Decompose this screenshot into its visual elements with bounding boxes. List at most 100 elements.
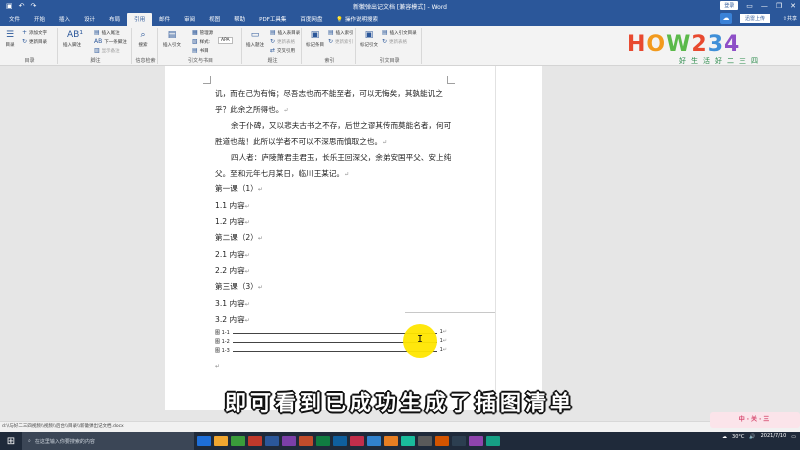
windows-start-icon[interactable]: ⊞ [0, 436, 22, 447]
group-label: 题注 [267, 58, 278, 64]
save-icon[interactable]: ▣ [6, 2, 13, 10]
taskbar-app-icon[interactable] [299, 436, 313, 446]
redo-icon[interactable]: ↷ [31, 2, 37, 10]
taskbar-app-icon[interactable] [486, 436, 500, 446]
heading-2-2[interactable]: 2.2 内容↵ [215, 265, 250, 276]
add-text-button[interactable]: + 添加文字 [22, 29, 47, 36]
tab-home[interactable]: 开始 [27, 13, 52, 26]
toc-group: ☰ 目录 + 添加文字 ↻ 更新目录 目录 [2, 28, 58, 64]
taskbar: ⊞ ⌕ 在这里输入你要搜索的内容 ☁ 30°C 🔊 2021/7/10 ▭ [0, 432, 800, 450]
taskbar-app-icon[interactable] [248, 436, 262, 446]
insert-table-of-figures-button[interactable]: ▤ 插入表目录 [270, 29, 300, 36]
taskbar-app-icon[interactable] [316, 436, 330, 446]
add-text-icon: + [22, 29, 28, 36]
paragraph-1[interactable]: 讥，而在己为有悔；尽吾志也而不能至者，可以无悔矣，其孰能讥之乎？此余之所得也。↵ [215, 86, 455, 119]
heading-3-2[interactable]: 3.2 内容↵ [215, 314, 250, 325]
mark-citation-button[interactable]: ▣ 标记引文 [360, 30, 378, 48]
tell-me-search[interactable]: 💡 操作说明搜索 [329, 13, 385, 26]
manage-sources-button[interactable]: ▦ 管理源 [192, 29, 213, 36]
tab-mailings[interactable]: 邮件 [152, 13, 177, 26]
tab-pdf-tools[interactable]: PDF工具集 [252, 13, 293, 26]
heading-lesson-2[interactable]: 第二课（2）↵ [215, 232, 263, 243]
taskbar-app-icon[interactable] [282, 436, 296, 446]
tab-references[interactable]: 引用 [127, 13, 153, 26]
citation-style-select[interactable]: APA [218, 37, 233, 44]
share-button[interactable]: ⇧共享 [783, 15, 797, 22]
ribbon-display-icon[interactable]: ▭ [746, 2, 753, 10]
document-page[interactable]: 讥，而在己为有悔；尽吾志也而不能至者，可以无悔矣，其孰能讥之乎？此余之所得也。↵… [165, 66, 542, 410]
upload-button[interactable]: 迅雷上传 [739, 14, 770, 23]
maximize-icon[interactable]: ❐ [776, 2, 782, 10]
cross-reference-button[interactable]: ⇄ 交叉引用 [270, 47, 295, 54]
update-index-button[interactable]: ↻ 更新索引 [328, 38, 353, 45]
next-footnote-button[interactable]: AB 下一条脚注 [94, 38, 127, 45]
mark-entry-icon: ▣ [310, 30, 320, 40]
paragraph-2[interactable]: 余于仆碑，又以悲夫古书之不存，后世之谬其传而莫能名者，何可胜道也哉！此所以学者不… [215, 118, 455, 151]
next-icon: AB [94, 38, 103, 45]
update-toa-button[interactable]: ↻ 更新表格 [382, 38, 407, 45]
system-tray: ☁ 30°C 🔊 2021/7/10 ▭ [722, 433, 796, 440]
update-icon: ↻ [270, 38, 276, 45]
taskbar-app-icon[interactable] [418, 436, 432, 446]
taskbar-app-icon[interactable] [214, 436, 228, 446]
page-margin-area [495, 66, 542, 410]
paragraph-3[interactable]: 四人者：庐陵萧君圭君玉，长乐王回深父，余弟安国平父、安上纯父。至和元年七月某日，… [215, 150, 455, 183]
taskbar-search[interactable]: ⌕ 在这里输入你要搜索的内容 [22, 432, 194, 450]
taskbar-app-icon[interactable] [367, 436, 381, 446]
heading-2-1[interactable]: 2.1 内容↵ [215, 249, 250, 260]
tab-insert[interactable]: 插入 [52, 13, 77, 26]
heading-1-1[interactable]: 1.1 内容↵ [215, 200, 250, 211]
taskbar-app-icon[interactable] [265, 436, 279, 446]
insert-citation-button[interactable]: ▤ 插入引文 [163, 30, 181, 48]
style-label: ▧ 样式: [192, 38, 211, 45]
bibliography-button[interactable]: ▤ 书目 [192, 47, 209, 54]
toc-button[interactable]: ☰ 目录 [5, 30, 15, 48]
taskbar-app-icon[interactable] [333, 436, 347, 446]
heading-lesson-1[interactable]: 第一课（1）↵ [215, 183, 263, 194]
taskbar-app-icon[interactable] [401, 436, 415, 446]
file-path: d:\\与好二三四视频\\视频\\后台\\目录\\新徽弹出记文档.docx [2, 424, 124, 429]
tab-file[interactable]: 文件 [2, 13, 27, 26]
notifications-icon[interactable]: ▭ [791, 434, 796, 440]
taskbar-app-icon[interactable] [231, 436, 245, 446]
update-toc-button[interactable]: ↻ 更新目录 [22, 38, 47, 45]
cloud-icon[interactable]: ☁ [720, 13, 732, 24]
insert-endnote-button[interactable]: ▤ 插入尾注 [94, 29, 120, 36]
index-group: ▣ 标记条目 ▤ 插入索引 ↻ 更新索引 索引 [304, 28, 356, 64]
tab-help[interactable]: 帮助 [227, 13, 252, 26]
update-table-button[interactable]: ↻ 更新表格 [270, 38, 295, 45]
heading-lesson-3[interactable]: 第三课（3）↵ [215, 281, 263, 292]
login-button[interactable]: 登录 [720, 1, 739, 10]
taskbar-app-icon[interactable] [350, 436, 364, 446]
update-icon: ↻ [328, 38, 334, 45]
insert-footnote-button[interactable]: AB¹ 插入脚注 [63, 30, 83, 48]
clock[interactable]: 2021/7/10 [761, 433, 787, 440]
taskbar-app-icon[interactable] [435, 436, 449, 446]
taskbar-app-icon[interactable] [384, 436, 398, 446]
tab-baidu-netdisk[interactable]: 百度网盘 [293, 13, 329, 26]
taskbar-app-icon[interactable] [197, 436, 211, 446]
insert-caption-button[interactable]: ▭ 插入题注 [246, 30, 264, 48]
tab-design[interactable]: 设计 [77, 13, 102, 26]
manage-icon: ▦ [192, 29, 198, 36]
caption-icon: ▭ [250, 30, 260, 40]
tab-layout[interactable]: 布局 [102, 13, 127, 26]
search-button[interactable]: ⌕ 搜索 [138, 30, 148, 48]
show-notes-button[interactable]: ▥ 显示备注 [94, 47, 120, 54]
insert-toa-button[interactable]: ▤ 插入引文目录 [382, 29, 417, 36]
tab-view[interactable]: 视图 [202, 13, 227, 26]
tab-review[interactable]: 审阅 [177, 13, 202, 26]
taskbar-app-icon[interactable] [469, 436, 483, 446]
search-icon: ⌕ [28, 438, 31, 444]
undo-icon[interactable]: ↶ [19, 2, 25, 10]
mark-entry-button[interactable]: ▣ 标记条目 [306, 30, 324, 48]
heading-1-2[interactable]: 1.2 内容↵ [215, 216, 250, 227]
insert-index-button[interactable]: ▤ 插入索引 [328, 29, 354, 36]
minimize-icon[interactable]: — [761, 2, 768, 10]
close-icon[interactable]: ✕ [790, 2, 796, 10]
research-group: ⌕ 搜索 信息检索 [134, 28, 158, 64]
group-label: 引文目录 [379, 58, 400, 64]
heading-3-1[interactable]: 3.1 内容↵ [215, 298, 250, 309]
taskbar-app-icon[interactable] [452, 436, 466, 446]
volume-icon[interactable]: 🔊 [749, 434, 755, 440]
